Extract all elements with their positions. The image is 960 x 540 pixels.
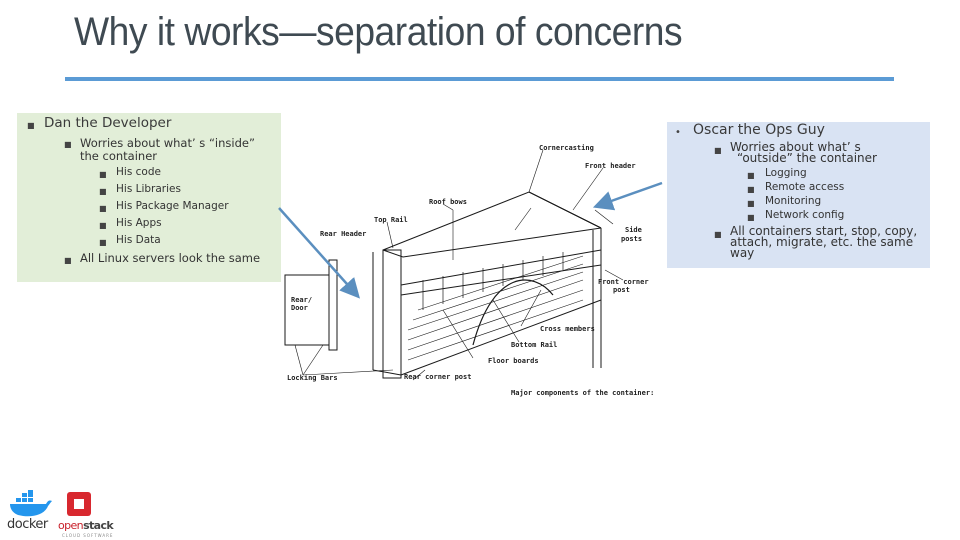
container-diagram: Cornercasting Front header Roof bows Top… — [283, 130, 663, 405]
label-roof-bows: Roof bows — [429, 198, 467, 206]
openstack-tagline: CLOUD SOFTWARE — [62, 533, 114, 538]
bullet-icon: • — [675, 127, 681, 138]
label-cornercasting: Cornercasting — [539, 144, 594, 152]
label-bottom-rail: Bottom Rail — [511, 341, 557, 349]
bullet-icon: ■ — [99, 170, 107, 179]
label-locking-bars: Locking Bars — [287, 374, 338, 382]
ops-item: Monitoring — [765, 195, 822, 207]
bullet-icon: ■ — [714, 230, 722, 239]
openstack-icon — [67, 492, 91, 516]
ops-note-line3: way — [730, 246, 755, 260]
bullet-icon: ■ — [714, 146, 722, 155]
developer-item: His Apps — [116, 217, 162, 229]
developer-panel: ■ Dan the Developer ■ Worries about what… — [17, 113, 281, 282]
ops-panel: • Oscar the Ops Guy ■ Worries about what… — [667, 122, 930, 268]
ops-item: Logging — [765, 167, 807, 179]
developer-item: His Libraries — [116, 183, 181, 195]
bullet-icon: ■ — [99, 221, 107, 230]
bullet-icon: ■ — [747, 213, 755, 222]
title-underline — [65, 77, 894, 81]
bullet-icon: ■ — [99, 238, 107, 247]
ops-item: Network config — [765, 209, 845, 221]
label-side-posts-2: posts — [621, 235, 642, 243]
bullet-icon: ■ — [747, 199, 755, 208]
bullet-icon: ■ — [99, 187, 107, 196]
openstack-wordmark: openstack — [58, 519, 114, 532]
docker-wordmark: docker — [7, 517, 48, 532]
openstack-wordmark-open: open — [58, 519, 84, 532]
container-drawing: Cornercasting Front header Roof bows Top… — [284, 144, 654, 397]
developer-item: His Package Manager — [116, 200, 229, 212]
label-rear-header: Rear Header — [320, 230, 366, 238]
label-front-corner-post-2: post — [613, 286, 630, 294]
developer-heading: Dan the Developer — [44, 115, 172, 131]
bullet-icon: ■ — [747, 185, 755, 194]
bullet-icon: ■ — [64, 256, 72, 265]
label-top-rail: Top Rail — [374, 216, 408, 224]
bullet-icon: ■ — [99, 204, 107, 213]
label-front-corner-post-1: Front corner — [598, 278, 649, 286]
developer-linux-note: All Linux servers look the same — [80, 251, 261, 265]
roof-top-line — [382, 191, 602, 251]
ops-heading: Oscar the Ops Guy — [693, 122, 825, 138]
ops-item: Remote access — [765, 181, 845, 193]
label-front-header: Front header — [585, 162, 636, 170]
bullet-icon: ■ — [27, 121, 35, 130]
label-floor-boards: Floor boards — [488, 357, 539, 365]
docker-whale-icon — [10, 489, 52, 517]
ops-concern-line2: “outside” the container — [737, 151, 877, 165]
label-cross-members: Cross members — [540, 325, 595, 333]
bullet-icon: ■ — [747, 171, 755, 180]
openstack-logo — [66, 491, 92, 521]
label-rear-door-2: Door — [291, 304, 308, 312]
roof-front-line — [382, 227, 602, 258]
developer-item: His code — [116, 166, 161, 178]
label-rear-door-1: Rear/ — [291, 296, 312, 304]
diagram-caption: Major components of the container: — [511, 389, 654, 397]
label-side-posts-1: Side — [625, 226, 642, 234]
bullet-icon: ■ — [64, 140, 72, 149]
slide-title: Why it works—separation of concerns — [74, 10, 683, 54]
developer-item: His Data — [116, 234, 161, 246]
developer-concern-line1: Worries about what’ s “inside” — [80, 136, 255, 150]
openstack-wordmark-stack: stack — [83, 519, 114, 532]
label-rear-corner-post: Rear corner post — [404, 373, 471, 381]
ops-note-line2: attach, migrate, etc. the same — [730, 235, 914, 249]
developer-concern-line2: the container — [80, 149, 158, 163]
